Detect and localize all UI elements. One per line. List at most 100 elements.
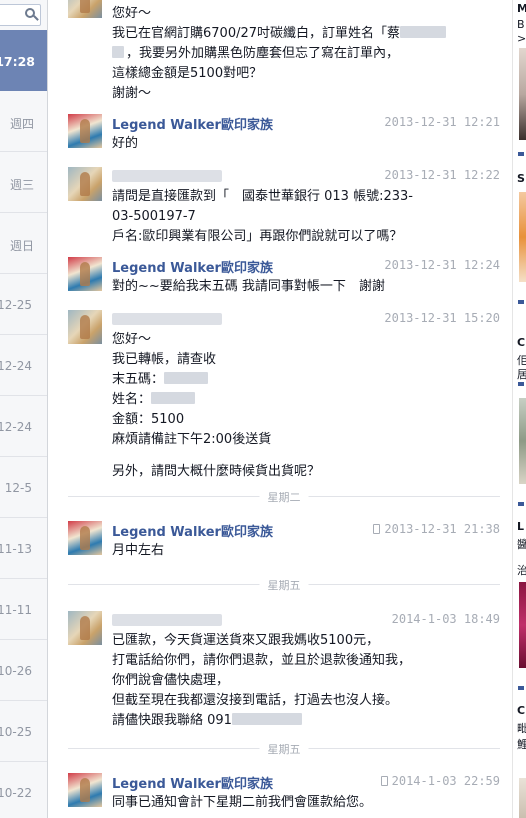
ad-text[interactable]: M [517,2,526,15]
ads-column: M B > S C 佢 居 L 醬 治 C 毗 鯉 [512,0,526,818]
ad-image[interactable] [519,48,526,140]
ad-link[interactable] [518,300,524,304]
message-line: 您好～ [112,6,152,21]
thread-item[interactable]: 11-13 [0,518,47,579]
thread-time: 週四 [9,117,34,131]
ad-text[interactable]: L [517,520,524,533]
message-line: 姓名： [112,390,502,410]
thread-item[interactable]: 週三 [0,152,47,213]
message: 2013-12-31 12:22 請問是直接匯款到「 國泰世華銀行 013 帳號… [68,167,500,247]
message-line: 末五碼： [112,370,502,390]
thread-item-selected[interactable]: 17:28 [0,30,47,91]
thread-time: 12-5 [4,481,32,495]
ad-image[interactable] [519,192,526,282]
timestamp: 2013-12-31 12:22 [384,168,500,182]
message-line: 請問是直接匯款到「 國泰世華銀行 013 帳號:233- [112,189,413,204]
sender-name[interactable]: Legend Walker歐印家族 [112,257,273,276]
day-divider: 星期五 [68,577,500,593]
message-line: 另外，請問大概什麼時候貨出貨呢？ [112,464,321,479]
sender-name[interactable]: Legend Walker歐印家族 [112,521,273,540]
thread-list: 17:28 週四 週三 週日 12-25 12-24 12-24 12-5 11… [0,0,48,818]
message-line: 謝謝～ [112,86,152,101]
message-line: 好的 [112,136,139,151]
message-line: 月中左右 [112,543,165,558]
timestamp: 2014-1-03 18:49 [391,612,500,626]
message-line: 但截至現在我都還沒接到電話，打過去也沒人接。 [112,693,399,708]
message-line: 我已轉帳，請查收 [112,352,217,367]
conversation: 您好～ 我已在官網訂購6700/27吋碳纖白，訂單姓名「蔡 ，我要另外加購黑色防… [49,0,511,818]
thread-item[interactable]: 週四 [0,91,47,152]
sender-name[interactable] [112,170,222,182]
ad-link[interactable] [518,502,524,506]
ad-text: 毗 [517,720,526,736]
thread-time: 12-24 [0,420,32,434]
avatar[interactable] [68,167,102,201]
avatar[interactable] [68,521,102,555]
search-input[interactable] [0,4,41,26]
thread-item[interactable]: 11-11 [0,579,47,640]
message-line: 請儘快跟我聯絡 091 [112,711,502,731]
message-line: 戶名:歐印興業有限公司」再跟你們說就可以了嗎？ [112,229,403,244]
message: Legend Walker歐印家族 2013-12-31 12:21 好的 [68,114,500,156]
thread-item[interactable]: 週日 [0,213,47,274]
ad-text: B [517,18,525,31]
mobile-icon [380,776,388,786]
timestamp: 2013-12-31 15:20 [384,311,500,325]
sender-name[interactable]: Legend Walker歐印家族 [112,114,273,133]
message-line: 同事已通知會計下星期二前我們會匯款給您。 [112,795,373,810]
ad-text: 居 [517,366,526,382]
day-divider: 星期五 [68,741,500,757]
avatar[interactable] [68,257,102,291]
ad-text[interactable]: C [517,704,525,717]
thread-item[interactable]: 12-24 [0,396,47,457]
thread-item[interactable]: 12-5 [0,457,47,518]
avatar[interactable] [68,0,102,18]
thread-time: 11-13 [0,542,32,556]
message: Legend Walker歐印家族 2014-1-03 22:59 同事已通知會… [68,773,500,815]
ad-text: 醬 [517,536,526,552]
sender-name[interactable]: Legend Walker歐印家族 [112,773,273,792]
timestamp: 2013-12-31 12:24 [384,258,500,272]
thread-item[interactable]: 12-24 [0,335,47,396]
ad-text: 鯉 [517,736,526,752]
ad-text[interactable]: S [517,172,525,185]
thread-time: 週日 [9,239,34,253]
thread-time: 10-22 [0,786,32,800]
sender-name[interactable] [112,614,222,626]
avatar[interactable] [68,773,102,807]
sender-name[interactable] [112,313,222,325]
avatar[interactable] [68,611,102,645]
avatar[interactable] [68,114,102,148]
message-line: 已匯款，今天貨運送貨來又跟我媽收5100元， [112,633,380,648]
thread-time: 10-26 [0,664,32,678]
thread-item[interactable]: 10-22 [0,762,47,818]
timestamp: 2013-12-31 21:38 [373,522,500,536]
thread-time: 17:28 [0,54,35,69]
ad-image[interactable] [519,582,526,668]
search-icon[interactable] [25,8,35,18]
ad-image[interactable] [519,398,526,484]
message-line: 打電話給你們，請你們退款，並且於退款後通知我， [112,653,412,668]
day-divider: 星期二 [68,489,500,505]
ad-link[interactable] [518,382,524,386]
thread-item[interactable]: 10-26 [0,640,47,701]
message: 您好～ 我已在官網訂購6700/27吋碳纖白，訂單姓名「蔡 ，我要另外加購黑色防… [68,0,500,104]
avatar[interactable] [68,310,102,344]
message-line: 金額：5100 [112,412,185,427]
thread-time: 週三 [9,178,34,192]
message-line: 麻煩請備註下午2:00後送貨 [112,432,272,447]
ad-link[interactable] [518,686,524,690]
message-line: ，我要另外加購黑色防塵套但忘了寫在訂單內， [112,44,502,64]
thread-time: 12-25 [0,298,32,312]
message: Legend Walker歐印家族 2013-12-31 21:38 月中左右 [68,521,500,563]
timestamp: 2014-1-03 22:59 [380,774,500,788]
thread-item[interactable]: 12-25 [0,274,47,335]
thread-time: 10-25 [0,725,32,739]
ad-image[interactable] [519,778,526,818]
ad-text[interactable]: C [517,336,525,349]
message-line: 這樣總金額是5100對吧？ [112,66,263,81]
message-line: 你們說會儘快處理， [112,673,230,688]
thread-item[interactable]: 10-25 [0,701,47,762]
ad-link[interactable] [518,152,524,156]
message: Legend Walker歐印家族 2013-12-31 12:24 對的~~要… [68,257,500,299]
